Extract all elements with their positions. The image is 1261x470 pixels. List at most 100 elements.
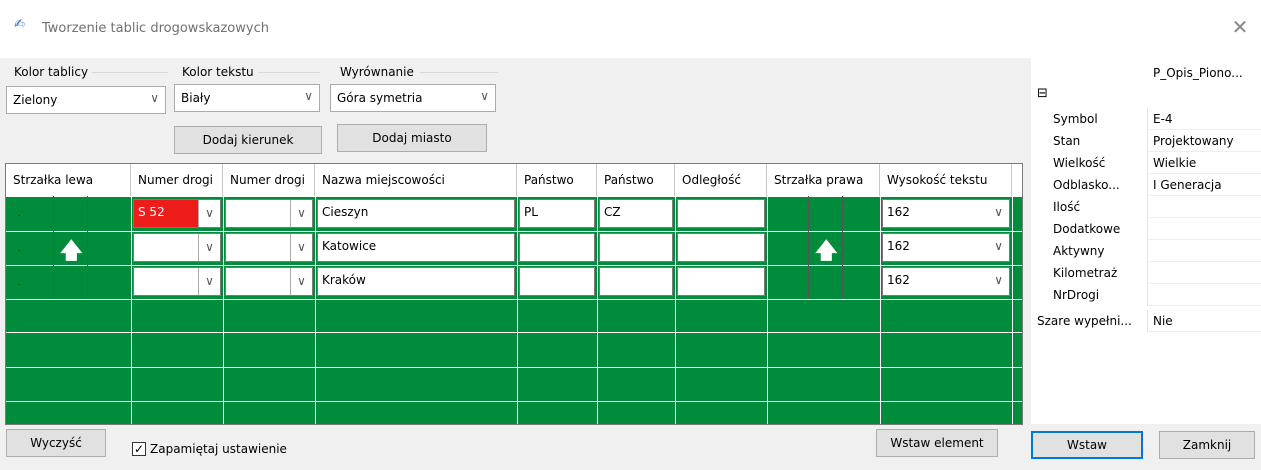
- collapse-icon[interactable]: ⊟: [1037, 86, 1048, 101]
- kolor-tekstu-label: Kolor tekstu: [182, 65, 254, 79]
- property-divider: [1147, 108, 1148, 130]
- road-number-select[interactable]: ∨: [133, 267, 221, 296]
- col-strzalka-lewa[interactable]: Strzałka lewa: [6, 164, 131, 196]
- property-divider: [1147, 196, 1148, 218]
- property-value[interactable]: I Generacja: [1152, 178, 1222, 192]
- property-header-row: P_Opis_Piono...: [1031, 62, 1261, 84]
- country-1-input[interactable]: PL: [519, 199, 595, 228]
- city-name-input[interactable]: Katowice: [317, 233, 515, 262]
- dodaj-kierunek-button[interactable]: Dodaj kierunek: [174, 126, 322, 154]
- distance-input[interactable]: [677, 199, 765, 228]
- country-1-input[interactable]: [519, 267, 595, 296]
- col-numer-drogi-1[interactable]: Numer drogi: [131, 164, 223, 196]
- road-number-select[interactable]: S 52 ∨: [133, 199, 221, 228]
- col-panstwo-2[interactable]: Państwo: [597, 164, 675, 196]
- property-grid[interactable]: P_Opis_Piono... ⊟ Symbol E-4 Stan Projekto…: [1031, 58, 1261, 424]
- arrow-up-icon[interactable]: 🡅: [60, 234, 83, 272]
- property-category-row[interactable]: ⊟: [1031, 84, 1261, 106]
- property-row[interactable]: Szare wypełni... Nie: [1031, 310, 1261, 332]
- dodaj-miasto-button[interactable]: Dodaj miasto: [337, 124, 487, 152]
- insert-button[interactable]: Wstaw: [1031, 431, 1143, 459]
- row-marker: .: [18, 278, 21, 287]
- chevron-down-icon[interactable]: ∨: [290, 234, 312, 261]
- property-name: Ilość: [1053, 200, 1081, 214]
- chevron-down-icon[interactable]: ∨: [198, 268, 220, 295]
- kolor-tekstu-value: Biały: [181, 91, 211, 105]
- road-number-2-select[interactable]: ∨: [225, 233, 313, 262]
- property-name: Szare wypełni...: [1037, 314, 1132, 328]
- chevron-down-icon[interactable]: ∨: [290, 200, 312, 227]
- col-odleglosc[interactable]: Odległość: [675, 164, 767, 196]
- text-height-value: 162: [887, 239, 910, 253]
- chevron-down-icon[interactable]: ∨: [994, 239, 1003, 253]
- window-title: Tworzenie tablic drogowskazowych: [42, 21, 269, 36]
- property-header: P_Opis_Piono...: [1153, 66, 1243, 80]
- distance-input[interactable]: [677, 233, 765, 262]
- insert-element-button[interactable]: Wstaw element: [876, 429, 998, 457]
- road-number-2-select[interactable]: ∨: [225, 267, 313, 296]
- country-1-input[interactable]: [519, 233, 595, 262]
- distance-input[interactable]: [677, 267, 765, 296]
- close-button[interactable]: Zamknij: [1159, 431, 1255, 459]
- property-value[interactable]: Wielkie: [1152, 156, 1196, 170]
- wyrownanie-select[interactable]: Góra symetria ∨: [330, 84, 496, 112]
- country-1-value: PL: [524, 205, 538, 219]
- col-numer-drogi-2[interactable]: Numer drogi: [223, 164, 315, 196]
- country-2-value: CZ: [604, 205, 621, 219]
- property-value[interactable]: Nie: [1152, 314, 1173, 328]
- clear-button[interactable]: Wyczyść: [6, 429, 106, 457]
- city-name-input[interactable]: Kraków: [317, 267, 515, 296]
- grid-line: [6, 299, 1022, 300]
- chevron-down-icon: ∨: [150, 91, 159, 105]
- remember-label[interactable]: Zapamiętaj ustawienie: [150, 442, 287, 456]
- text-height-value: 162: [887, 273, 910, 287]
- wyrownanie-label: Wyrównanie: [340, 65, 414, 79]
- chevron-down-icon[interactable]: ∨: [198, 200, 220, 227]
- text-height-select[interactable]: 162 ∨: [882, 267, 1010, 296]
- chevron-down-icon[interactable]: ∨: [290, 268, 312, 295]
- property-row[interactable]: Dodatkowe: [1031, 218, 1261, 240]
- property-divider: [1147, 130, 1148, 152]
- arrow-up-icon[interactable]: 🡅: [815, 234, 838, 272]
- property-row[interactable]: Symbol E-4: [1031, 108, 1261, 130]
- property-row[interactable]: Wielkość Wielkie: [1031, 152, 1261, 174]
- property-name: Symbol: [1053, 112, 1098, 126]
- country-2-input[interactable]: [599, 233, 673, 262]
- road-number-select[interactable]: ∨: [133, 233, 221, 262]
- property-row[interactable]: Stan Projektowany: [1031, 130, 1261, 152]
- close-icon[interactable]: ✕: [1228, 16, 1252, 40]
- property-divider: [1147, 305, 1261, 306]
- wyrownanie-value: Góra symetria: [337, 91, 423, 105]
- property-row[interactable]: Kilometraż: [1031, 262, 1261, 284]
- app-icon: ✍: [14, 17, 25, 32]
- property-row[interactable]: NrDrogi: [1031, 284, 1261, 306]
- property-divider: [1147, 331, 1261, 332]
- remember-checkbox[interactable]: ✓: [132, 442, 146, 456]
- property-value[interactable]: Projektowany: [1152, 134, 1234, 148]
- city-name-input[interactable]: Cieszyn: [317, 199, 515, 228]
- chevron-down-icon[interactable]: ∨: [198, 234, 220, 261]
- text-height-select[interactable]: 162 ∨: [882, 233, 1010, 262]
- grid-line: [6, 196, 1022, 197]
- col-nazwa-miejscowosci[interactable]: Nazwa miejscowości: [315, 164, 517, 196]
- property-value[interactable]: E-4: [1152, 112, 1173, 126]
- col-panstwo-1[interactable]: Państwo: [517, 164, 597, 196]
- property-row[interactable]: Odblasko... I Generacja: [1031, 174, 1261, 196]
- text-height-select[interactable]: 162 ∨: [882, 199, 1010, 228]
- property-row[interactable]: Aktywny: [1031, 240, 1261, 262]
- country-2-input[interactable]: CZ: [599, 199, 673, 228]
- property-row[interactable]: Ilość: [1031, 196, 1261, 218]
- chevron-down-icon[interactable]: ∨: [994, 273, 1003, 287]
- chevron-down-icon[interactable]: ∨: [994, 205, 1003, 219]
- directions-grid[interactable]: Strzałka lewa Numer drogi Numer drogi Na…: [5, 163, 1023, 425]
- chevron-down-icon: ∨: [304, 89, 313, 103]
- col-wysokosc-tekstu[interactable]: Wysokość tekstu: [880, 164, 1012, 196]
- kolor-tekstu-select[interactable]: Biały ∨: [174, 84, 320, 112]
- grid-line: [6, 401, 1022, 402]
- country-2-input[interactable]: [599, 267, 673, 296]
- col-strzalka-prawa[interactable]: Strzałka prawa: [767, 164, 880, 196]
- chevron-down-icon: ∨: [480, 89, 489, 103]
- kolor-tablicy-select[interactable]: Zielony ∨: [6, 86, 166, 114]
- road-number-2-select[interactable]: ∨: [225, 199, 313, 228]
- road-number-value: S 52: [138, 205, 165, 219]
